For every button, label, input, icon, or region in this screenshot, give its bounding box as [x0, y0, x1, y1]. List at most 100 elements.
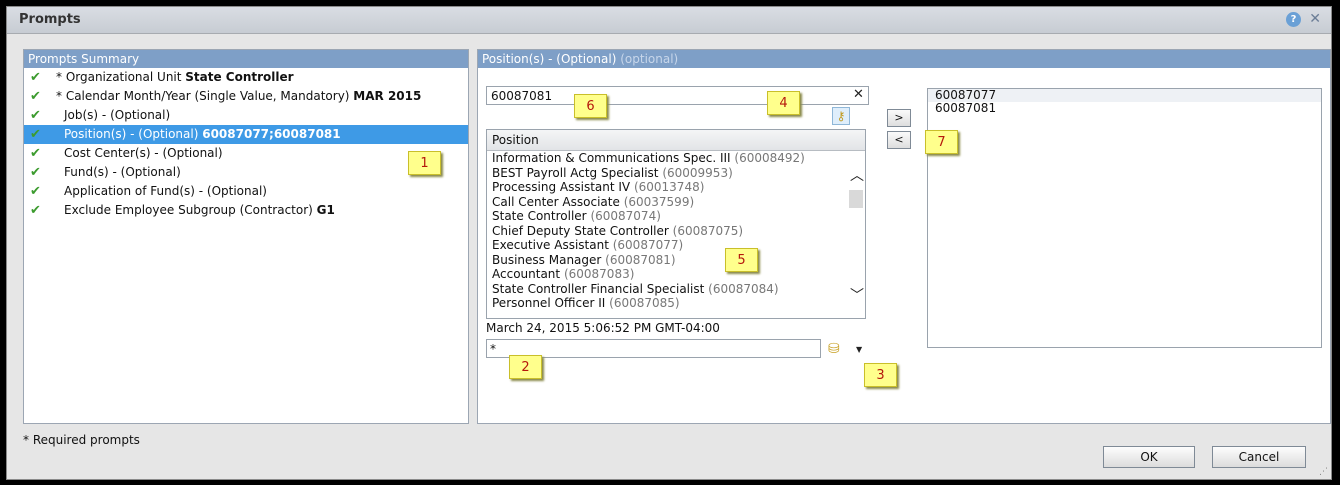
callout-4: 4: [767, 91, 800, 115]
position-panel-title: Position(s) - (Optional): [482, 52, 621, 66]
position-code: (60037599): [623, 194, 695, 209]
list-item[interactable]: Information & Communications Spec. III (…: [487, 151, 865, 166]
selected-values-list[interactable]: 60087077 60087081: [927, 88, 1322, 348]
help-icon[interactable]: ?: [1286, 12, 1301, 27]
list-item[interactable]: Processing Assistant IV (60013748): [487, 180, 865, 195]
prompt-label: * Calendar Month/Year (Single Value, Man…: [56, 89, 354, 103]
prompt-label: Application of Fund(s) - (Optional): [64, 184, 267, 198]
position-list-scrollbar[interactable]: ︿ ﹀: [847, 151, 865, 318]
check-icon: ✔: [30, 146, 41, 161]
position-code: (60013748): [633, 180, 705, 194]
list-item[interactable]: Executive Assistant (60087077): [487, 238, 865, 253]
position-name: Accountant: [492, 267, 561, 281]
callout-6: 6: [574, 94, 607, 118]
position-name: Information & Communications Spec. III: [492, 151, 731, 165]
prompt-item-funds[interactable]: ✔ Fund(s) - (Optional): [24, 163, 468, 182]
position-name: Call Center Associate: [492, 194, 620, 209]
prompt-item-calendar-month[interactable]: ✔ * Calendar Month/Year (Single Value, M…: [24, 87, 468, 106]
prompt-label: Cost Center(s) - (Optional): [64, 146, 223, 160]
check-icon: ✔: [30, 203, 41, 218]
prompt-item-jobs[interactable]: ✔ Job(s) - (Optional): [24, 106, 468, 125]
prompts-dialog: Prompts ? ✕ Prompts Summary ✔ * Organiza…: [6, 6, 1332, 480]
prompt-label: Exclude Employee Subgroup (Contractor): [64, 203, 317, 217]
database-search-icon[interactable]: ⛁: [828, 341, 840, 357]
position-list[interactable]: Position Information & Communications Sp…: [486, 129, 866, 319]
list-item[interactable]: BEST Payroll Actg Specialist (60009953): [487, 166, 865, 181]
remove-button[interactable]: <: [887, 131, 911, 149]
list-item[interactable]: State Controller Financial Specialist (6…: [487, 282, 865, 297]
position-code: (60087074): [590, 209, 661, 223]
position-code: (60087083): [563, 267, 635, 281]
caret-down-icon[interactable]: ▼: [856, 345, 862, 354]
prompt-item-positions[interactable]: ✔ Position(s) - (Optional) 60087077;6008…: [24, 125, 468, 144]
chevron-up-icon[interactable]: ︿: [850, 165, 864, 185]
resize-grip-icon[interactable]: ⋰: [1319, 467, 1328, 477]
position-name: Chief Deputy State Controller: [492, 223, 669, 238]
prompt-value: 60087077;60087081: [202, 127, 341, 141]
list-item[interactable]: Chief Deputy State Controller (60087075): [487, 224, 865, 239]
clear-icon[interactable]: ✕: [853, 87, 864, 102]
prompt-item-application-of-funds[interactable]: ✔ Application of Fund(s) - (Optional): [24, 182, 468, 201]
close-icon[interactable]: ✕: [1309, 11, 1321, 27]
key-icon[interactable]: ⚷: [832, 107, 850, 125]
dialog-titlebar: Prompts ? ✕: [7, 7, 1331, 34]
add-button[interactable]: >: [887, 109, 911, 127]
dialog-title: Prompts: [19, 12, 81, 27]
position-name: Processing Assistant IV: [492, 180, 631, 194]
cancel-button[interactable]: Cancel: [1212, 446, 1306, 468]
prompt-item-organizational-unit[interactable]: ✔ * Organizational Unit State Controller: [24, 68, 468, 87]
callout-2: 2: [509, 355, 542, 379]
position-prompt-panel: Position(s) - (Optional) (optional) 6008…: [477, 49, 1331, 424]
position-name: Business Manager: [492, 252, 602, 267]
list-item[interactable]: Business Manager (60087081): [487, 253, 865, 268]
check-icon: ✔: [30, 127, 41, 142]
position-code: (60009953): [662, 165, 733, 180]
position-list-header: Position: [487, 130, 865, 151]
prompt-label: Fund(s) - (Optional): [64, 165, 181, 179]
prompt-value: State Controller: [185, 70, 294, 84]
prompt-value: MAR 2015: [353, 89, 422, 103]
check-icon: ✔: [30, 184, 41, 199]
position-name: State Controller Financial Specialist: [492, 281, 705, 296]
prompt-item-exclude-employee-subgroup[interactable]: ✔ Exclude Employee Subgroup (Contractor)…: [24, 201, 468, 220]
prompt-label: * Organizational Unit: [56, 70, 186, 84]
check-icon: ✔: [30, 165, 41, 180]
ok-button[interactable]: OK: [1103, 446, 1195, 468]
list-item[interactable]: Accountant (60087083): [487, 267, 865, 282]
required-prompts-note: * Required prompts: [23, 433, 140, 447]
position-search-input[interactable]: 60087081: [486, 86, 869, 105]
position-name: BEST Payroll Actg Specialist: [492, 165, 659, 180]
list-item[interactable]: State Controller (60087074): [487, 209, 865, 224]
prompts-summary-panel: Prompts Summary ✔ * Organizational Unit …: [23, 49, 469, 424]
refresh-timestamp: March 24, 2015 5:06:52 PM GMT-04:00: [486, 321, 720, 335]
position-code: (60087077): [612, 238, 684, 252]
position-code: (60087085): [609, 296, 680, 310]
callout-5: 5: [725, 248, 758, 272]
prompts-summary-list: ✔ * Organizational Unit State Controller…: [24, 68, 468, 220]
callout-3: 3: [864, 363, 897, 387]
position-code: (60087084): [708, 281, 779, 296]
position-name: Executive Assistant: [492, 238, 609, 252]
position-name: Personnel Officer II: [492, 296, 606, 310]
callout-7: 7: [925, 130, 958, 154]
check-icon: ✔: [30, 89, 41, 104]
prompt-label: Position(s) - (Optional): [64, 127, 203, 141]
position-code: (60087075): [672, 223, 744, 238]
chevron-down-icon[interactable]: ﹀: [850, 285, 864, 305]
position-panel-header: Position(s) - (Optional) (optional): [478, 50, 1330, 68]
position-panel-optional: (optional): [620, 52, 679, 66]
prompt-item-cost-center[interactable]: ✔ Cost Center(s) - (Optional): [24, 144, 468, 163]
position-name: State Controller: [492, 209, 587, 223]
prompt-value: G1: [316, 203, 335, 217]
position-code: (60087081): [605, 252, 676, 267]
selected-item[interactable]: 60087081: [928, 102, 1321, 115]
position-code: (60008492): [734, 151, 805, 165]
list-item[interactable]: Personnel Officer II (60087085): [487, 296, 865, 311]
callout-1: 1: [408, 151, 441, 175]
list-item[interactable]: Call Center Associate (60037599): [487, 195, 865, 210]
check-icon: ✔: [30, 70, 41, 85]
check-icon: ✔: [30, 108, 41, 123]
prompts-summary-header: Prompts Summary: [24, 50, 468, 68]
prompt-label: Job(s) - (Optional): [64, 108, 171, 122]
scroll-thumb[interactable]: [849, 190, 863, 208]
